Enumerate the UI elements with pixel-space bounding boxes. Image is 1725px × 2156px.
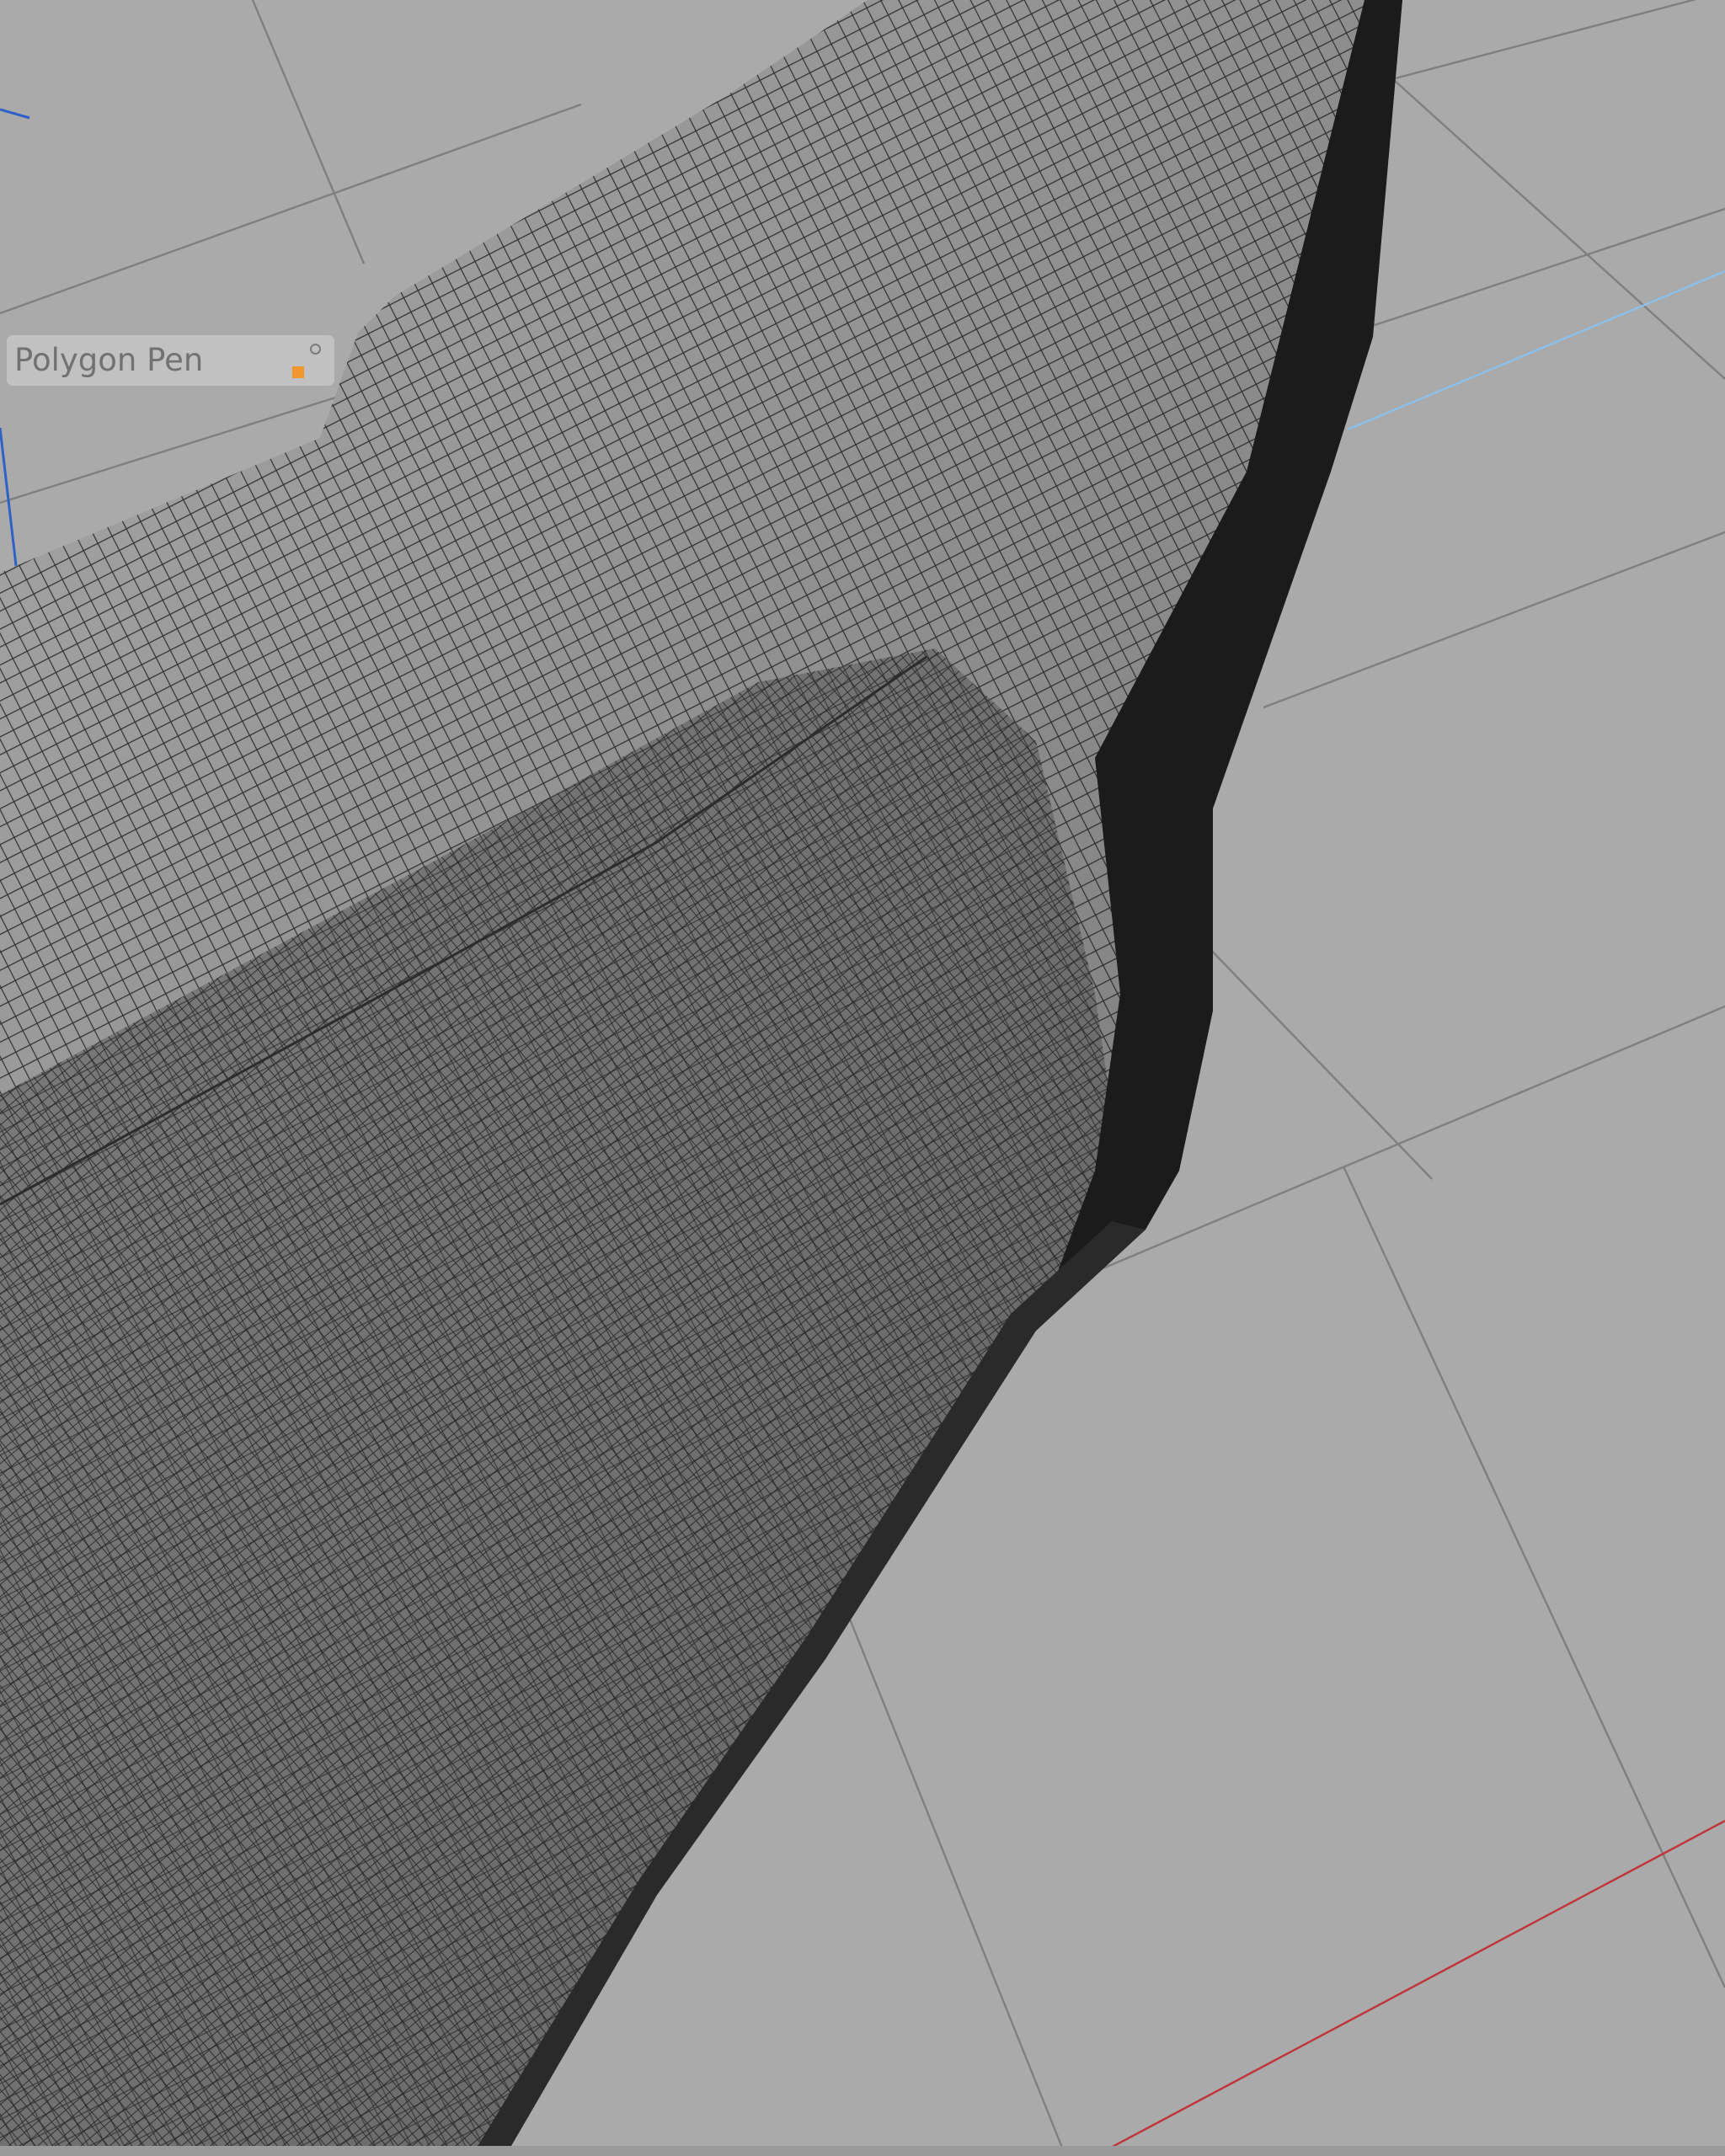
mesh-object[interactable] [0,0,1402,2156]
viewport-bottom-bar [0,2146,1725,2156]
tool-hud[interactable]: Polygon Pen [7,335,334,386]
3d-viewport[interactable]: Polygon Pen [0,0,1725,2156]
pin-icon[interactable] [310,344,321,355]
z-axis-line-top [0,108,30,120]
x-axis-line [1094,1819,1725,2156]
z-axis-line [0,427,19,574]
tool-hud-label: Polygon Pen [14,342,204,378]
tool-color-swatch-icon [292,366,304,378]
viewport-scene[interactable] [0,0,1725,2156]
guide-line [1347,270,1725,431]
